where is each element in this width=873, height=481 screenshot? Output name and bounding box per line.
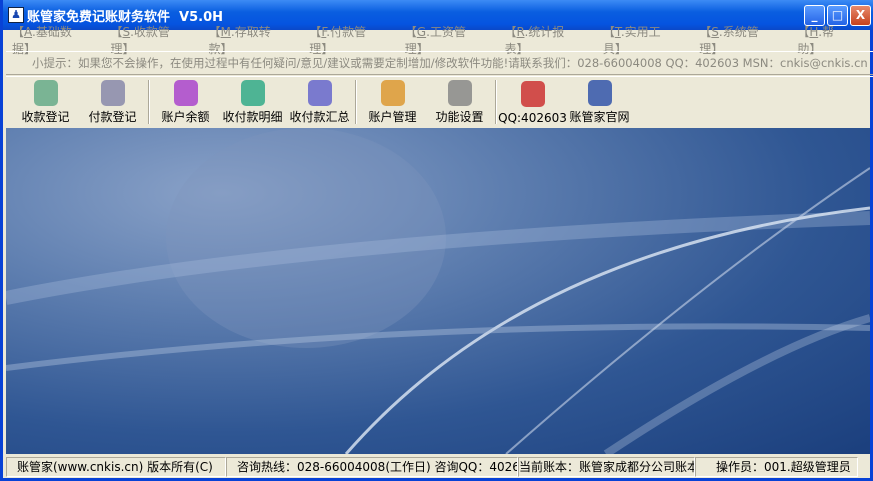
bar-chart-icon [169,77,203,107]
toolbar-separator [148,80,150,124]
app-icon: ♟ [8,7,24,23]
status-operator: 操作员：001.超级管理员 [695,457,858,477]
toolbar-button-0[interactable]: 收款登记 [12,77,79,127]
status-bar: 账管家(www.cnkis.cn) 版本所有(C) 咨询热线：028-66004… [6,456,873,478]
toolbar-label: 账管家官网 [569,110,630,124]
toolbar-separator [355,80,357,124]
toolbar: 收款登记 付款登记 账户余额 收付款明细 收付款汇总 账户管理 功能设置 QQ:402603 账… [6,76,873,128]
background-swoosh-art [6,128,870,454]
toolbar-label: QQ:402603 [498,111,567,125]
folder-icon [376,77,410,107]
hint-text: 小提示：如果您不会操作，在使用过程中有任何疑问/意见/建议或需要定制增加/修改软… [6,51,873,75]
website-book-icon [583,77,617,107]
menu-accel-key: S [711,25,719,39]
toolbar-label: 付款登记 [88,110,137,124]
menu-accel-key: H [809,25,819,39]
tools-icon [443,77,477,107]
payment-notepad-icon [96,77,130,107]
toolbar-label: 账户余额 [161,110,210,124]
main-background [6,128,870,454]
toolbar-label: 收款登记 [21,110,70,124]
toolbar-separator [495,80,497,124]
status-current-book: 当前账本：账管家成都分公司账本 [518,457,695,477]
pie-chart-icon [303,77,337,107]
toolbar-button-7[interactable]: QQ:402603 [498,77,567,127]
toolbar-button-8[interactable]: 账管家官网 [566,77,633,127]
line-chart-icon [236,77,270,107]
status-hotline: 咨询热线：028-66004008(工作日) 咨询QQ：402603 [226,457,518,477]
toolbar-button-6[interactable]: 功能设置 [426,77,493,127]
toolbar-label: 收付款明细 [222,110,283,124]
window-title: 账管家免费记账财务软件 V5.0H [27,9,224,25]
menu-accel-key: M [220,25,231,39]
toolbar-label: 功能设置 [435,110,484,124]
menu-accel-key: R [516,25,525,39]
toolbar-button-5[interactable]: 账户管理 [359,77,426,127]
menu-accel-key: F [321,25,327,39]
menu-accel-key: G [416,25,427,39]
menu-accel-key: S [122,25,131,39]
menu-accel-key: A [24,25,33,39]
status-copyright: 账管家(www.cnkis.cn) 版本所有(C) [6,457,226,477]
toolbar-button-3[interactable]: 收付款明细 [219,77,286,127]
app-window: ♟ 账管家免费记账财务软件 V5.0H _ □ X 【A.基础数据】 【S.收款管… [0,0,873,481]
menu-accel-key: T [614,25,621,39]
toolbar-button-2[interactable]: 账户余额 [152,77,219,127]
toolbar-label: 收付款汇总 [289,110,350,124]
qq-penguin-icon [516,78,550,110]
toolbar-button-4[interactable]: 收付款汇总 [286,77,353,127]
menu-bar: 【A.基础数据】 【S.收款管理】 【M.存取转款】 【F.付款管理】 【G.工资管理】… [6,25,873,56]
receipt-pen-icon [29,77,63,107]
toolbar-label: 账户管理 [368,110,417,124]
toolbar-button-1[interactable]: 付款登记 [79,77,146,127]
